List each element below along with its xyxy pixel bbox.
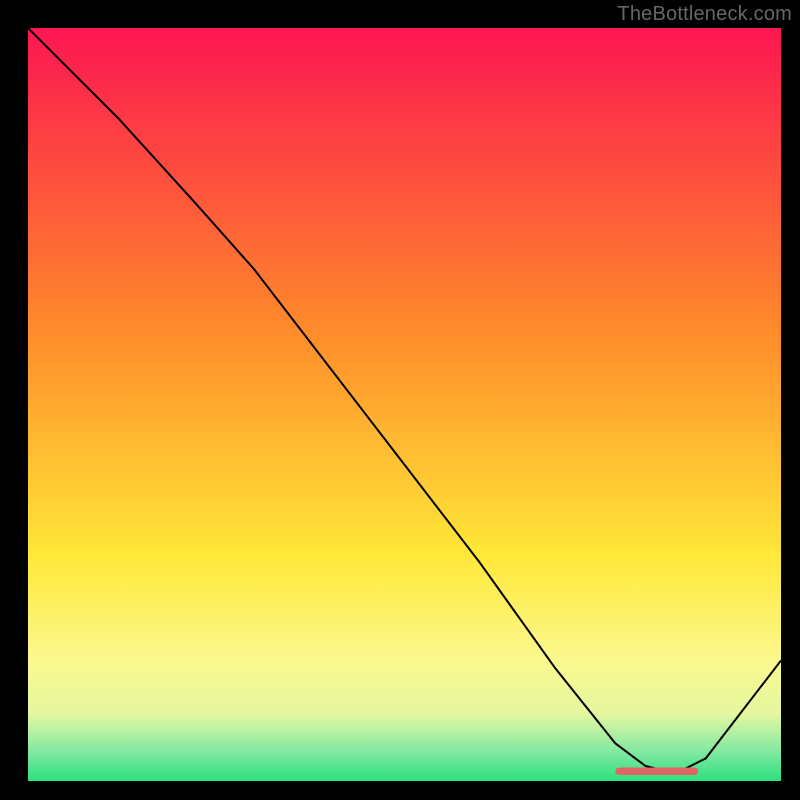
gradient-rect bbox=[28, 28, 781, 781]
plot-area bbox=[28, 28, 781, 781]
chart-container: TheBottleneck.com bbox=[0, 0, 800, 800]
chart-svg bbox=[28, 28, 781, 781]
range-marker bbox=[615, 767, 698, 775]
watermark-text: TheBottleneck.com bbox=[617, 3, 792, 26]
